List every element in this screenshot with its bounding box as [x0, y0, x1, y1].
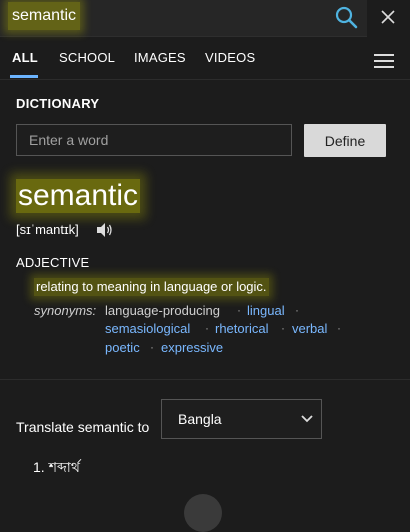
synonym-link[interactable]: lingual — [247, 302, 285, 320]
scroll-up-button[interactable] — [184, 494, 222, 532]
translate-label: Translate semantic to — [16, 419, 150, 435]
top-bar: semantic — [0, 0, 410, 38]
close-icon[interactable] — [378, 7, 398, 27]
language-select[interactable]: Bangla — [161, 399, 322, 439]
synonym-link[interactable]: poetic — [105, 339, 140, 357]
translation-text: শব্দার্থ — [48, 459, 80, 475]
synonym-link[interactable]: rhetorical — [215, 320, 268, 338]
synonym: language-producing — [105, 303, 220, 318]
translation-number: 1. — [33, 459, 45, 475]
separator-dot: · — [150, 340, 154, 354]
synonym-link[interactable]: verbal — [292, 320, 327, 338]
scope-tabs: ALL SCHOOL IMAGES VIDEOS — [0, 38, 410, 80]
dictionary-heading: DICTIONARY — [16, 96, 100, 111]
search-icon[interactable] — [334, 5, 358, 29]
divider — [0, 379, 410, 380]
chevron-down-icon — [301, 415, 313, 423]
translation-result: 1. শব্দার্থ — [33, 456, 80, 480]
definition: relating to meaning in language or logic… — [34, 278, 269, 296]
separator-dot: · — [237, 303, 241, 317]
speaker-icon[interactable] — [96, 222, 114, 238]
active-tab-indicator — [10, 75, 38, 78]
headword: semantic — [16, 179, 141, 213]
tab-school[interactable]: SCHOOL — [59, 50, 115, 65]
word-input[interactable] — [16, 124, 292, 156]
search-box[interactable]: semantic — [0, 0, 367, 37]
language-select-value: Bangla — [178, 411, 222, 427]
part-of-speech: ADJECTIVE — [16, 255, 90, 270]
tab-videos[interactable]: VIDEOS — [205, 50, 255, 65]
synonym-link[interactable]: semasiological — [105, 320, 190, 338]
separator-dot: · — [205, 321, 209, 335]
tab-images[interactable]: IMAGES — [134, 50, 186, 65]
search-query[interactable]: semantic — [8, 2, 81, 30]
pronunciation: [sɪˈmantɪk] — [16, 222, 79, 237]
separator-dot: · — [337, 321, 341, 335]
menu-icon[interactable] — [373, 52, 395, 70]
tab-all[interactable]: ALL — [12, 50, 38, 65]
synonym-link[interactable]: expressive — [161, 339, 223, 357]
divider — [0, 79, 410, 80]
define-button[interactable]: Define — [304, 124, 386, 157]
synonyms-label: synonyms: — [34, 303, 97, 318]
separator-dot: · — [281, 321, 285, 335]
separator-dot: · — [295, 303, 299, 317]
